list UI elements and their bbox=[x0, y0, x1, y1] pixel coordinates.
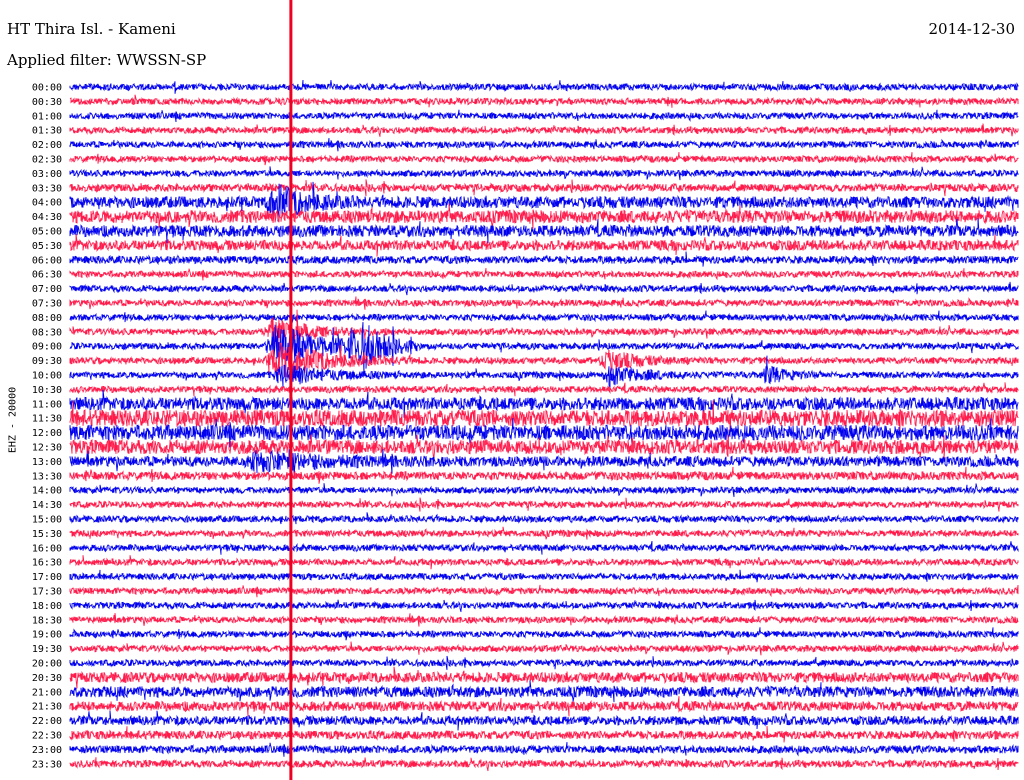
trace-line bbox=[69, 710, 1019, 731]
trace-line bbox=[69, 569, 1019, 583]
time-label: 19:00 bbox=[32, 630, 62, 641]
trace-line bbox=[69, 166, 1019, 181]
trace-line bbox=[69, 555, 1019, 570]
trace-line bbox=[69, 680, 1019, 703]
time-label: 16:00 bbox=[32, 543, 62, 554]
trace-line bbox=[69, 234, 1019, 257]
trace-line bbox=[69, 726, 1019, 743]
time-label: 10:00 bbox=[32, 371, 62, 382]
time-label: 00:30 bbox=[32, 97, 62, 108]
time-label: 21:00 bbox=[32, 687, 62, 698]
time-label: 21:30 bbox=[32, 702, 62, 713]
time-label: 05:30 bbox=[32, 241, 62, 252]
time-label: 06:30 bbox=[32, 270, 62, 281]
time-label: 08:30 bbox=[32, 327, 62, 338]
time-label: 22:30 bbox=[32, 731, 62, 742]
time-label: 20:30 bbox=[32, 673, 62, 684]
time-label: 08:00 bbox=[32, 313, 62, 324]
trace-line bbox=[69, 251, 1019, 267]
time-label: 11:00 bbox=[32, 399, 62, 410]
trace-line bbox=[69, 310, 1019, 324]
trace-line bbox=[69, 541, 1019, 555]
trace-line bbox=[69, 109, 1019, 123]
trace-line bbox=[69, 613, 1019, 627]
trace-line bbox=[69, 599, 1019, 613]
time-label: 09:30 bbox=[32, 356, 62, 367]
time-label: 01:00 bbox=[32, 111, 62, 122]
trace-line bbox=[69, 79, 1019, 94]
time-label: 18:30 bbox=[32, 615, 62, 626]
trace-line bbox=[69, 179, 1019, 197]
trace-line bbox=[69, 123, 1019, 137]
trace-line bbox=[69, 696, 1019, 717]
time-label: 23:00 bbox=[32, 745, 62, 756]
trace-line bbox=[69, 296, 1019, 310]
trace-line bbox=[69, 449, 1019, 477]
trace-line bbox=[69, 641, 1019, 656]
time-label: 04:00 bbox=[32, 198, 62, 209]
time-label: 23:30 bbox=[32, 759, 62, 770]
time-label: 17:30 bbox=[32, 587, 62, 598]
time-label: 05:00 bbox=[32, 227, 62, 238]
time-label: 10:30 bbox=[32, 385, 62, 396]
time-label: 02:00 bbox=[32, 140, 62, 151]
time-label: 12:00 bbox=[32, 428, 62, 439]
time-label: 13:00 bbox=[32, 457, 62, 468]
time-label: 03:30 bbox=[32, 183, 62, 194]
time-label: 14:00 bbox=[32, 486, 62, 497]
trace-line bbox=[69, 483, 1019, 497]
time-label: 20:00 bbox=[32, 659, 62, 670]
helicorder-plot: 00:00 00:30 01:00 01:30 02:00 02:30 03:00 03:30… bbox=[32, 0, 1019, 780]
time-label: 15:30 bbox=[32, 529, 62, 540]
trace-line bbox=[69, 666, 1019, 689]
time-label: 13:30 bbox=[32, 471, 62, 482]
trace-line bbox=[69, 152, 1019, 166]
trace-line bbox=[69, 281, 1019, 296]
time-label: 16:30 bbox=[32, 558, 62, 569]
trace-line bbox=[69, 584, 1019, 598]
time-label: 00:00 bbox=[32, 83, 62, 94]
time-label: 01:30 bbox=[32, 126, 62, 137]
trace-line bbox=[69, 742, 1019, 757]
time-label: 11:30 bbox=[32, 414, 62, 425]
time-label: 14:30 bbox=[32, 500, 62, 511]
trace-line bbox=[69, 655, 1019, 670]
trace-line bbox=[69, 757, 1019, 772]
trace-line bbox=[69, 512, 1019, 525]
time-label: 22:00 bbox=[32, 716, 62, 727]
time-label: 06:00 bbox=[32, 255, 62, 266]
trace-line bbox=[69, 268, 1019, 281]
trace-line bbox=[69, 382, 1019, 397]
trace-line bbox=[69, 138, 1019, 152]
trace-line bbox=[69, 627, 1019, 641]
trace-line bbox=[69, 526, 1019, 540]
time-label: 09:00 bbox=[32, 342, 62, 353]
time-label: 18:00 bbox=[32, 601, 62, 612]
time-label: 02:30 bbox=[32, 155, 62, 166]
trace-line bbox=[69, 203, 1019, 229]
time-label: 03:00 bbox=[32, 169, 62, 180]
time-label: 19:30 bbox=[32, 644, 62, 655]
time-label: 07:30 bbox=[32, 299, 62, 310]
trace-line bbox=[69, 497, 1019, 512]
time-label: 04:30 bbox=[32, 212, 62, 223]
time-label: 17:00 bbox=[32, 572, 62, 583]
time-label: 15:00 bbox=[32, 515, 62, 526]
time-label: 07:00 bbox=[32, 284, 62, 295]
trace-line bbox=[69, 94, 1019, 108]
time-label: 12:30 bbox=[32, 443, 62, 454]
